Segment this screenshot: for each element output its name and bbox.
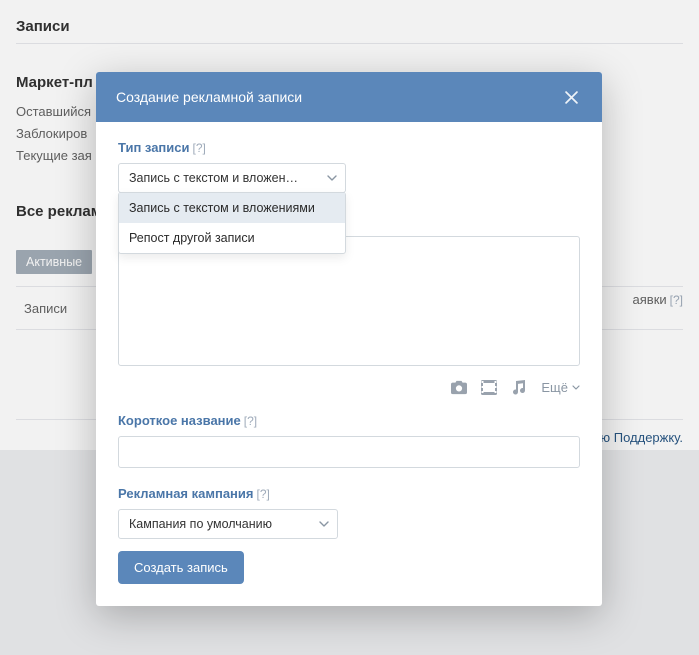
modal-header: Создание рекламной записи: [96, 72, 602, 122]
music-icon: [512, 380, 526, 395]
help-icon[interactable]: [?]: [193, 141, 206, 155]
help-icon[interactable]: [?]: [244, 414, 257, 428]
campaign-label: Рекламная кампания [?]: [118, 486, 580, 501]
attach-photo-button[interactable]: [451, 379, 467, 395]
attach-video-button[interactable]: [481, 379, 497, 395]
post-body-textarea[interactable]: [118, 236, 580, 366]
close-icon: [565, 91, 578, 104]
short-name-label: Короткое название [?]: [118, 413, 580, 428]
short-name-input[interactable]: [118, 436, 580, 468]
close-button[interactable]: [560, 86, 582, 108]
campaign-select[interactable]: Кампания по умолчанию: [118, 509, 338, 539]
help-icon[interactable]: [?]: [257, 487, 270, 501]
film-icon: [481, 380, 497, 395]
post-type-option-repost[interactable]: Репост другой записи: [119, 223, 345, 253]
chevron-down-icon: [572, 385, 580, 390]
post-type-dropdown: Запись с текстом и вложениями Репост дру…: [118, 192, 346, 254]
post-type-label: Тип записи [?]: [118, 140, 580, 155]
create-post-button[interactable]: Создать запись: [118, 551, 244, 584]
chevron-down-icon: [327, 173, 337, 183]
post-type-value: Запись с текстом и вложен…: [129, 171, 317, 185]
attach-audio-button[interactable]: [511, 379, 527, 395]
attach-more-button[interactable]: Ещё: [541, 380, 580, 395]
create-ad-modal: Создание рекламной записи Тип записи [?]…: [96, 72, 602, 606]
campaign-value: Кампания по умолчанию: [129, 517, 309, 531]
post-type-select[interactable]: Запись с текстом и вложен…: [118, 163, 346, 193]
post-type-option-text[interactable]: Запись с текстом и вложениями: [119, 193, 345, 223]
chevron-down-icon: [319, 519, 329, 529]
modal-title: Создание рекламной записи: [116, 89, 560, 105]
camera-icon: [451, 380, 467, 395]
